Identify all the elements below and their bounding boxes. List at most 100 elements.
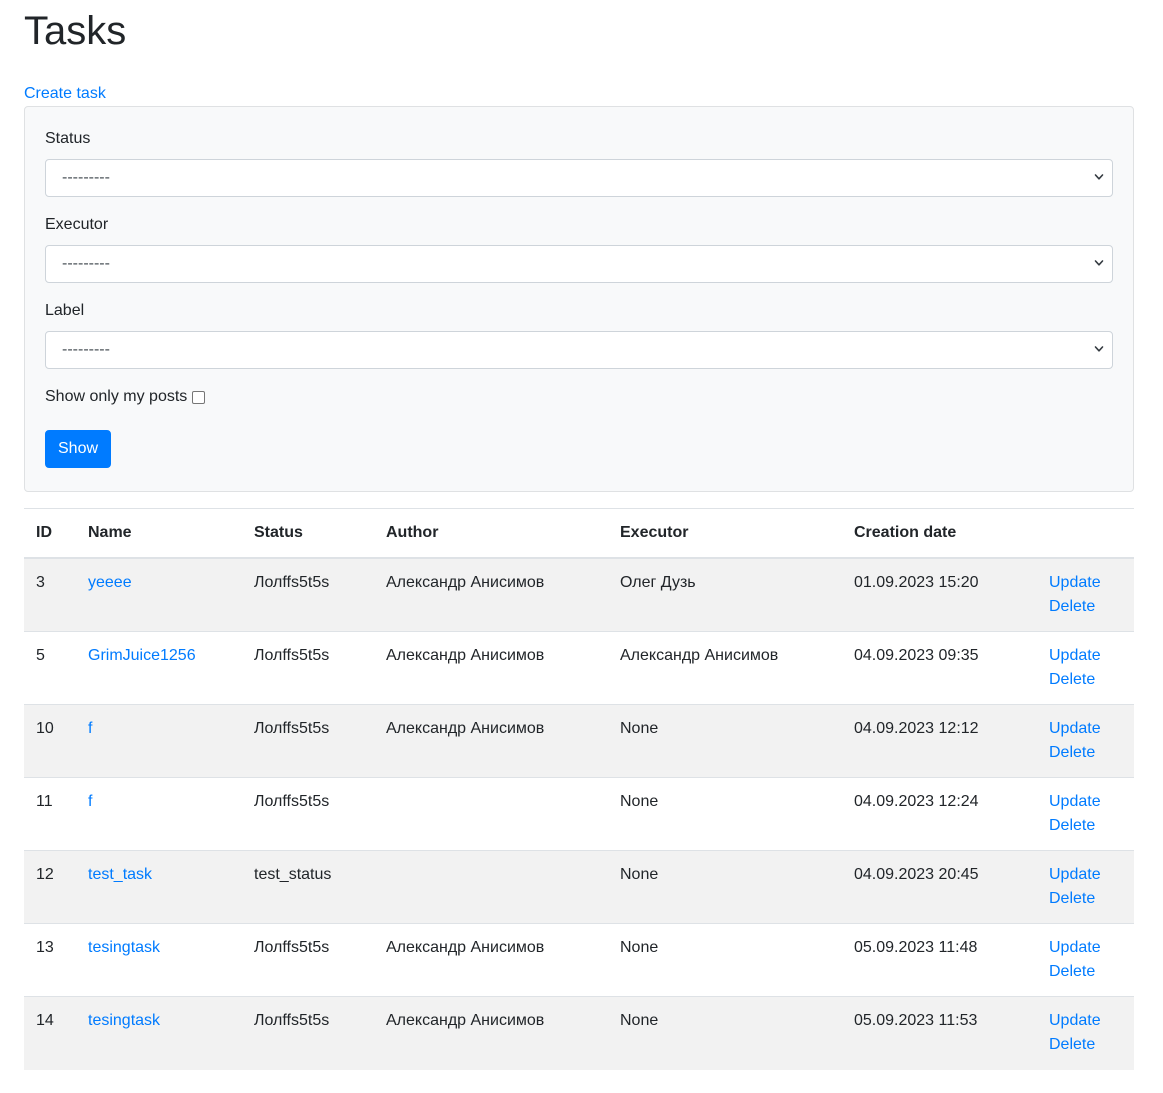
delete-link[interactable]: Delete — [1049, 960, 1122, 984]
status-select[interactable]: --------- — [45, 159, 1113, 197]
update-link[interactable]: Update — [1049, 936, 1122, 960]
task-name-link[interactable]: f — [88, 793, 92, 810]
label-select-value: --------- — [62, 341, 110, 358]
label-filter-group: Label --------- — [45, 299, 1113, 369]
header-creation-date: Creation date — [842, 509, 1037, 559]
task-name-link[interactable]: yeeee — [88, 574, 132, 591]
task-id: 13 — [24, 923, 76, 997]
task-status: Лолffs5t5s — [242, 996, 374, 1070]
task-name-cell: f — [76, 777, 242, 851]
delete-link[interactable]: Delete — [1049, 741, 1122, 765]
task-actions: Update Delete — [1037, 777, 1134, 851]
delete-link[interactable]: Delete — [1049, 887, 1122, 911]
self-tasks-label: Show only my posts — [45, 388, 188, 405]
task-author — [374, 850, 608, 924]
executor-filter-label: Executor — [45, 216, 109, 233]
header-actions — [1037, 509, 1134, 559]
header-executor: Executor — [608, 509, 842, 559]
task-author — [374, 777, 608, 851]
delete-link[interactable]: Delete — [1049, 814, 1122, 838]
task-status: test_status — [242, 850, 374, 924]
task-name-link[interactable]: f — [88, 720, 92, 737]
table-row: 13 tesingtask Лолffs5t5s Александр Аниси… — [24, 923, 1134, 997]
status-filter-group: Status --------- — [45, 127, 1113, 197]
status-select-value: --------- — [62, 169, 110, 186]
task-name-cell: test_task — [76, 850, 242, 924]
table-row: 5 GrimJuice1256 Лолffs5t5s Александр Ани… — [24, 631, 1134, 705]
task-status: Лолffs5t5s — [242, 704, 374, 778]
self-tasks-checkbox[interactable] — [192, 390, 206, 404]
update-link[interactable]: Update — [1049, 1009, 1122, 1033]
update-link[interactable]: Update — [1049, 863, 1122, 887]
task-id: 11 — [24, 777, 76, 851]
task-executor: Александр Анисимов — [608, 631, 842, 705]
task-author: Александр Анисимов — [374, 996, 608, 1070]
task-id: 3 — [24, 557, 76, 632]
task-executor: None — [608, 777, 842, 851]
table-header-row: ID Name Status Author Executor Creation … — [24, 509, 1134, 559]
status-filter-label: Status — [45, 130, 91, 147]
task-creation-date: 01.09.2023 15:20 — [842, 557, 1037, 632]
task-name-cell: tesingtask — [76, 996, 242, 1070]
task-name-link[interactable]: tesingtask — [88, 939, 160, 956]
table-row: 12 test_task test_status None 04.09.2023… — [24, 850, 1134, 924]
task-name-cell: GrimJuice1256 — [76, 631, 242, 705]
label-select[interactable]: --------- — [45, 331, 1113, 369]
show-button[interactable]: Show — [45, 430, 112, 468]
task-author: Александр Анисимов — [374, 631, 608, 705]
delete-link[interactable]: Delete — [1049, 595, 1122, 619]
task-id: 10 — [24, 704, 76, 778]
header-id: ID — [24, 509, 76, 559]
chevron-down-icon — [1094, 260, 1104, 266]
task-author: Александр Анисимов — [374, 704, 608, 778]
header-name: Name — [76, 509, 242, 559]
header-author: Author — [374, 509, 608, 559]
task-creation-date: 04.09.2023 09:35 — [842, 631, 1037, 705]
table-row: 14 tesingtask Лолffs5t5s Александр Аниси… — [24, 996, 1134, 1070]
executor-filter-group: Executor --------- — [45, 213, 1113, 283]
task-name-cell: yeeee — [76, 557, 242, 632]
chevron-down-icon — [1094, 174, 1104, 180]
task-status: Лолffs5t5s — [242, 923, 374, 997]
self-tasks-row: Show only my posts — [45, 385, 1113, 409]
task-status: Лолffs5t5s — [242, 557, 374, 632]
task-id: 5 — [24, 631, 76, 705]
update-link[interactable]: Update — [1049, 571, 1122, 595]
executor-select[interactable]: --------- — [45, 245, 1113, 283]
update-link[interactable]: Update — [1049, 717, 1122, 741]
task-executor: Олег Дузь — [608, 557, 842, 632]
task-author: Александр Анисимов — [374, 923, 608, 997]
task-actions: Update Delete — [1037, 631, 1134, 705]
header-status: Status — [242, 509, 374, 559]
task-id: 14 — [24, 996, 76, 1070]
table-row: 10 f Лолffs5t5s Александр Анисимов None … — [24, 704, 1134, 778]
tasks-table: ID Name Status Author Executor Creation … — [24, 509, 1134, 1070]
task-id: 12 — [24, 850, 76, 924]
chevron-down-icon — [1094, 346, 1104, 352]
label-filter-label: Label — [45, 302, 85, 319]
task-actions: Update Delete — [1037, 850, 1134, 924]
delete-link[interactable]: Delete — [1049, 668, 1122, 692]
task-name-link[interactable]: test_task — [88, 866, 152, 883]
update-link[interactable]: Update — [1049, 644, 1122, 668]
task-name-link[interactable]: GrimJuice1256 — [88, 647, 196, 664]
task-status: Лолffs5t5s — [242, 631, 374, 705]
create-task-link[interactable]: Create task — [24, 82, 106, 106]
task-creation-date: 04.09.2023 12:24 — [842, 777, 1037, 851]
task-creation-date: 04.09.2023 20:45 — [842, 850, 1037, 924]
table-row: 11 f Лолffs5t5s None 04.09.2023 12:24 Up… — [24, 777, 1134, 851]
table-body: 3 yeeee Лолffs5t5s Александр Анисимов Ол… — [24, 557, 1134, 1070]
update-link[interactable]: Update — [1049, 790, 1122, 814]
delete-link[interactable]: Delete — [1049, 1033, 1122, 1057]
task-executor: None — [608, 923, 842, 997]
task-actions: Update Delete — [1037, 704, 1134, 778]
task-executor: None — [608, 850, 842, 924]
task-name-cell: tesingtask — [76, 923, 242, 997]
task-status: Лолffs5t5s — [242, 777, 374, 851]
table-row: 3 yeeee Лолffs5t5s Александр Анисимов Ол… — [24, 557, 1134, 632]
task-name-cell: f — [76, 704, 242, 778]
task-creation-date: 04.09.2023 12:12 — [842, 704, 1037, 778]
task-name-link[interactable]: tesingtask — [88, 1012, 160, 1029]
task-creation-date: 05.09.2023 11:48 — [842, 923, 1037, 997]
task-actions: Update Delete — [1037, 557, 1134, 632]
